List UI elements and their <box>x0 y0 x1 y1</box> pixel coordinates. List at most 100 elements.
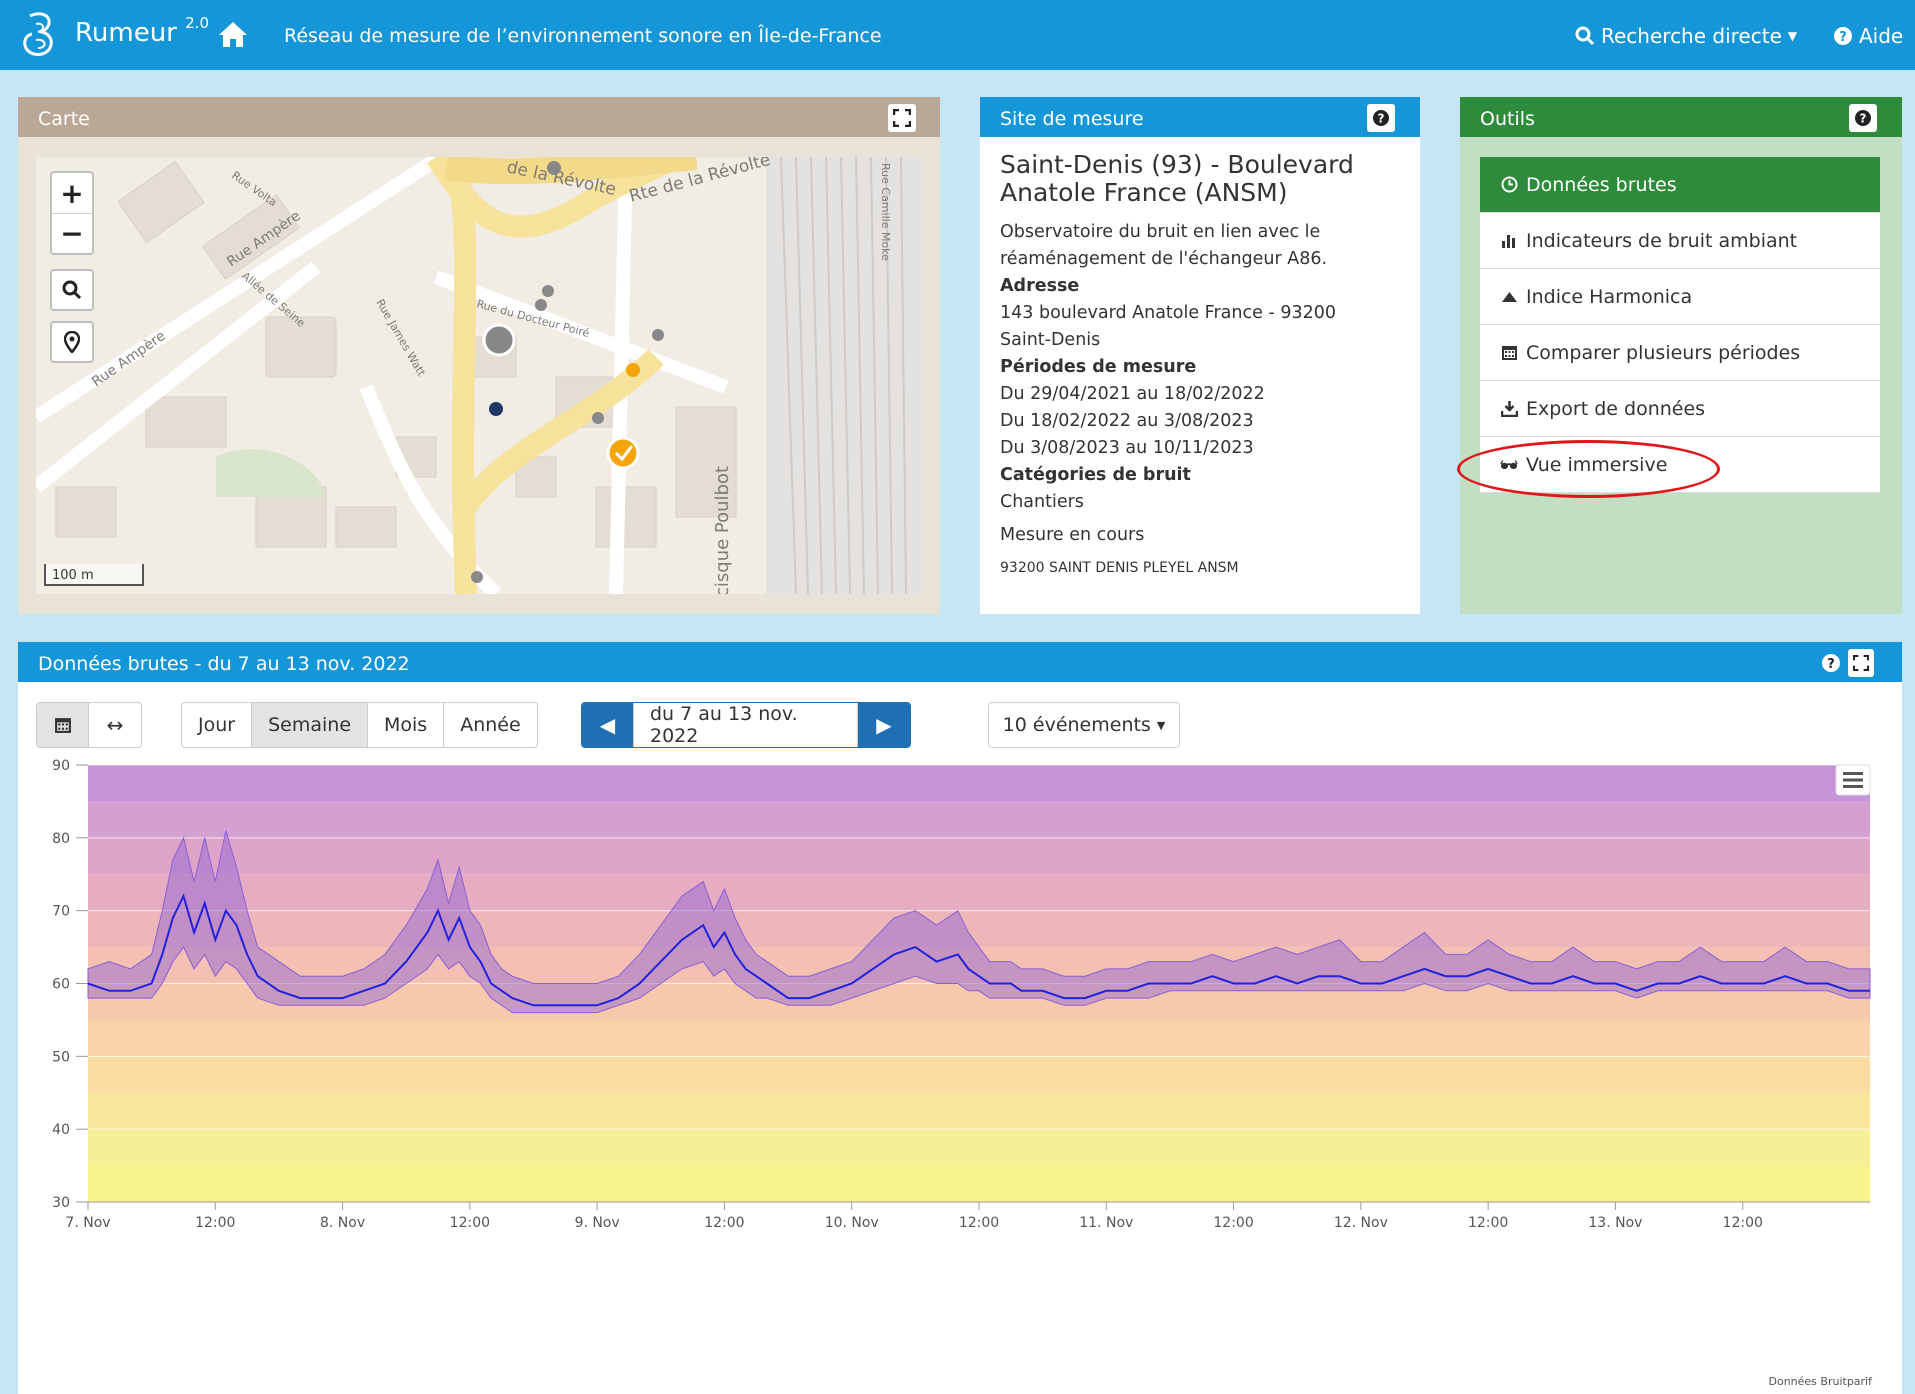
x-tick-label: 13. Nov <box>1588 1215 1642 1231</box>
tool-harmonica-index[interactable]: Indice Harmonica <box>1480 269 1880 325</box>
site-marker[interactable] <box>542 285 554 297</box>
range-view-button[interactable]: ↔ <box>89 703 141 747</box>
x-tick-label: 10. Nov <box>825 1215 879 1231</box>
period-selector: Jour Semaine Mois Année <box>181 702 538 748</box>
caret-down-icon: ▼ <box>1156 718 1166 732</box>
level-band <box>88 837 1870 875</box>
noise-level-chart[interactable]: 30 40 50 60 70 80 90 7. Nov 12:00 8. Nov 12:00 9. … <box>18 757 1902 1394</box>
help-link[interactable]: ? Aide <box>1833 24 1903 48</box>
site-panel: Site de mesure ? Saint-Denis (93) - Boul… <box>980 97 1420 614</box>
noise-category: Chantiers <box>1000 492 1084 512</box>
site-marker[interactable] <box>547 161 561 175</box>
map-panel-header: Carte <box>18 97 940 137</box>
next-period-button[interactable]: ▶ <box>858 703 910 747</box>
x-tick-label: 12:00 <box>1468 1215 1508 1231</box>
tool-compare-periods[interactable]: Comparer plusieurs périodes <box>1480 325 1880 381</box>
site-marker[interactable] <box>626 363 640 377</box>
events-dropdown[interactable]: 10 événements ▼ <box>988 702 1180 748</box>
map-locate-button[interactable] <box>50 321 94 363</box>
svg-text:?: ? <box>1378 112 1385 126</box>
tool-raw-data[interactable]: Données brutes <box>1480 157 1880 213</box>
tool-ambient-indicators[interactable]: Indicateurs de bruit ambiant <box>1480 213 1880 269</box>
map-view[interactable]: Rue Ampère Rue Ampère Rue Volta Allée de… <box>36 157 922 594</box>
level-band <box>88 910 1870 948</box>
previous-period-button[interactable]: ◀ <box>582 703 634 747</box>
calendar-icon <box>1500 344 1518 361</box>
level-band <box>88 1129 1870 1166</box>
site-marker[interactable] <box>482 323 516 357</box>
site-marker[interactable] <box>592 412 604 424</box>
bar-chart-icon <box>1500 232 1518 249</box>
fullscreen-expand-button[interactable] <box>888 104 916 132</box>
question-circle-icon: ? <box>1373 110 1389 126</box>
categories-label: Catégories de bruit <box>1000 465 1191 485</box>
site-details: Saint-Denis (93) - Boulevard Anatole Fra… <box>980 137 1420 614</box>
date-range-label[interactable]: du 7 au 13 nov. 2022 <box>634 703 858 747</box>
chart-help-button[interactable]: ? <box>1818 649 1844 677</box>
tool-export-data[interactable]: Export de données <box>1480 381 1880 437</box>
caret-right-icon: ▶ <box>876 713 892 737</box>
site-help-button[interactable]: ? <box>1367 104 1395 132</box>
x-tick-label: 12:00 <box>450 1215 490 1231</box>
y-tick-label: 90 <box>52 758 70 774</box>
period-year-button[interactable]: Année <box>444 703 536 747</box>
tool-label: Indicateurs de bruit ambiant <box>1526 229 1798 252</box>
raw-data-panel: Données brutes - du 7 au 13 nov. 2022 ? … <box>18 642 1902 1394</box>
period-item: Du 3/08/2023 au 10/11/2023 <box>1000 438 1254 458</box>
triangle-up-icon <box>1500 291 1518 303</box>
calendar-view-button[interactable] <box>37 703 89 747</box>
zoom-in-button[interactable]: + <box>52 173 92 213</box>
tools-panel-title: Outils <box>1480 108 1535 130</box>
zoom-out-button[interactable]: − <box>52 213 92 253</box>
site-tagline: Réseau de mesure de l’environnement sono… <box>284 25 882 47</box>
periods-label: Périodes de mesure <box>1000 357 1197 377</box>
address-city: Saint-Denis <box>1000 330 1101 350</box>
chart-menu-button[interactable] <box>1835 764 1871 796</box>
site-marker[interactable] <box>489 402 503 416</box>
site-description: Observatoire du bruit en lien avec le ré… <box>1000 222 1328 269</box>
view-mode-toggle: ↔ <box>36 702 142 748</box>
site-marker[interactable] <box>535 299 547 311</box>
x-tick-label: 12:00 <box>704 1215 744 1231</box>
direct-search-label: Recherche directe <box>1601 24 1782 48</box>
clock-icon <box>1500 176 1518 193</box>
question-circle-icon: ? <box>1834 27 1852 45</box>
question-circle-icon: ? <box>1822 654 1840 672</box>
rumeur-logo-icon[interactable] <box>18 6 60 64</box>
direct-search-dropdown[interactable]: Recherche directe ▼ <box>1575 24 1797 48</box>
brand-version: 2.0 <box>185 14 209 32</box>
site-marker[interactable] <box>652 329 664 341</box>
map-tiles[interactable]: Rue Ampère Rue Ampère Rue Volta Allée de… <box>36 157 922 594</box>
x-tick-label: 12:00 <box>959 1215 999 1231</box>
level-band <box>88 874 1870 911</box>
x-tick-label: 12. Nov <box>1334 1215 1388 1231</box>
site-code: 93200 SAINT DENIS PLEYEL ANSM <box>1000 560 1239 576</box>
expand-icon <box>1853 655 1869 671</box>
period-month-button[interactable]: Mois <box>368 703 445 747</box>
period-week-button[interactable]: Semaine <box>252 703 369 747</box>
period-day-button[interactable]: Jour <box>182 703 253 747</box>
map-search-button[interactable] <box>50 269 94 311</box>
raw-data-panel-header: Données brutes - du 7 au 13 nov. 2022 ? <box>18 642 1902 682</box>
chart-fullscreen-button[interactable] <box>1848 649 1874 677</box>
tool-label: Indice Harmonica <box>1526 285 1693 308</box>
selected-site-marker[interactable] <box>606 436 640 470</box>
tools-help-button[interactable]: ? <box>1849 104 1877 132</box>
period-item: Du 18/02/2022 au 3/08/2023 <box>1000 411 1254 431</box>
site-marker[interactable] <box>471 571 483 583</box>
y-tick-label: 50 <box>52 1049 70 1065</box>
y-tick-label: 30 <box>52 1195 70 1211</box>
site-panel-title: Site de mesure <box>1000 108 1144 130</box>
arrows-horizontal-icon: ↔ <box>106 713 124 737</box>
home-icon[interactable] <box>218 20 248 48</box>
site-name: Saint-Denis (93) - Boulevard Anatole Fra… <box>1000 150 1354 207</box>
tools-panel: Outils ? Données brutes Indicateurs de b… <box>1460 97 1902 614</box>
address-label: Adresse <box>1000 276 1080 296</box>
brand-title[interactable]: Rumeur 2.0 <box>75 14 209 48</box>
x-tick-label: 7. Nov <box>65 1215 110 1231</box>
measure-status: Mesure en cours <box>1000 525 1145 545</box>
map-zoom-control: + − <box>50 171 94 255</box>
y-tick-label: 60 <box>52 977 70 993</box>
level-band <box>88 1019 1870 1057</box>
y-tick-label: 40 <box>52 1122 70 1138</box>
